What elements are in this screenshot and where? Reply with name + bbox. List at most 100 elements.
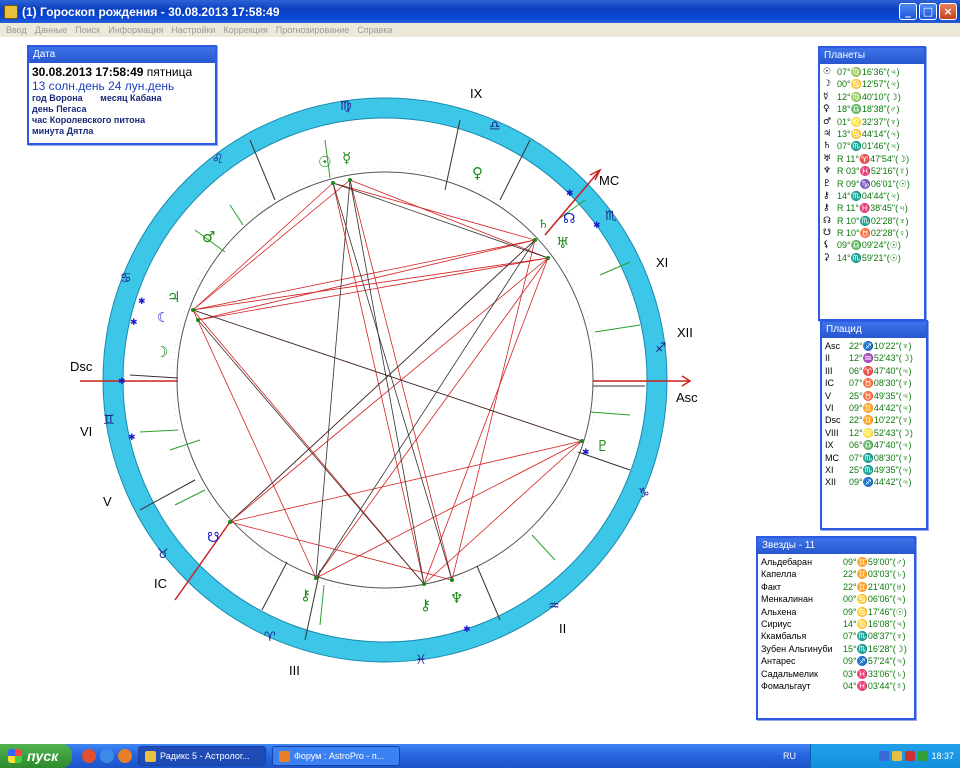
asc-label: Asc [676,390,698,405]
star-row: Менкалинан 00°♋06'06"(♃) [761,593,911,605]
ie-icon[interactable] [100,749,114,763]
house-position: 07°♏08'30"(♆) [849,452,912,463]
planet-position: R 10°♏02'28"(♆) [837,215,909,226]
star-position: 09°♊59'00"(♂) [843,557,906,567]
house-label: Asc [825,341,841,351]
svg-text:✱: ✱ [118,377,126,387]
antivirus-icon[interactable] [905,751,916,761]
house-position: 06°♎47'40"(♃) [849,440,912,451]
month-value: месяц Кабана [100,93,162,103]
planet-row: ♄ 07°♏01'46"(♃) [823,140,921,152]
planet-symbol: ♄ [823,141,832,152]
planet-symbol: ♅ [823,153,832,164]
svg-text:♇: ♇ [596,437,609,455]
planet-position: R 03°♓52'16"(☿) [837,166,909,177]
house-position: 09°♊44'42"(♃) [849,402,912,413]
house-ii-label: II [559,621,566,636]
svg-text:♆: ♆ [450,589,463,607]
house-label: V [825,390,832,401]
star-name: Альхена [761,606,797,617]
start-button[interactable]: пуск [0,744,72,768]
house-xii-label: XII [677,325,693,340]
svg-text:☊: ☊ [563,211,575,227]
house-row: Asc 22°♐10'22"(♆) [825,340,923,352]
houses-circle [176,171,594,589]
dsc-label: Dsc [70,359,93,374]
svg-text:♃: ♃ [167,288,180,306]
star-name: Фомальгаут [761,680,811,691]
svg-text:♏: ♏ [605,209,617,224]
planet-row: ☊ R 10°♏02'28"(♆) [823,215,921,227]
svg-text:♂: ♂ [202,228,215,246]
planet-symbol: ♂ [823,116,832,127]
svg-text:☾: ☾ [157,310,170,326]
star-row: Ккамбалья 07°♏08'37"(♆) [761,630,911,642]
day-value: день Пегаса [32,104,87,114]
house-row: VIII 12°♌52'43"(☽) [825,427,923,439]
battery-icon[interactable] [918,751,929,761]
firefox-icon[interactable] [118,749,132,763]
planet-symbol: ⚷ [823,190,830,201]
year-month-line: год Ворона месяц Кабана [32,93,212,104]
mc-label: MC [599,173,619,188]
weekday-value: пятница [146,65,193,79]
start-label: пуск [27,748,59,764]
house-label: XI [825,464,834,475]
svg-text:♅: ♅ [556,234,569,252]
svg-text:♐: ♐ [655,341,667,356]
taskbar-item-radix[interactable]: Радикс 5 - Астролог... [138,746,266,766]
planets-panel: Планеты ☉ 07°♍16'36"(♃) ☽ 00°♋12'57"(♃) ☿ 12°… [818,46,926,321]
planet-symbol: ♇ [823,178,832,189]
network-icon[interactable] [879,751,890,761]
taskbar-item-forum[interactable]: Форум : AstroPro - п... [272,746,400,766]
planet-position: 09°♎09'24"(☉) [837,240,901,251]
planet-position: 14°♏04'44"(♃) [837,190,900,201]
language-indicator[interactable]: RU [783,751,796,761]
stars-panel-header: Звезды - 11 [758,538,914,554]
sun-moon-days: 13 солн.день 24 лун.день [32,79,175,93]
svg-text:♑: ♑ [638,486,650,501]
star-position: 00°♋06'06"(♃) [843,594,906,605]
house-row: IC 07°♉08'30"(♆) [825,377,923,389]
house-iii-label: III [289,663,300,678]
planet-symbol: ☿ [823,91,829,102]
svg-text:✱: ✱ [566,189,574,199]
svg-text:♉: ♉ [157,547,169,562]
windows-logo-icon [8,749,22,763]
planet-position: 18°♎18'38"(♂) [837,104,900,115]
tray-app-icon[interactable] [892,751,903,761]
house-vi-label: VI [80,424,92,439]
svg-text:♎: ♎ [489,119,501,134]
planet-row: ☽ 00°♋12'57"(♃) [823,78,921,90]
house-label: VIII [825,427,839,438]
house-position: 25°♏49'35"(♃) [849,464,912,475]
house-v-label: V [103,494,112,509]
planet-position: R 11°♓38'45"(♃) [837,203,908,214]
house-label: Dsc [825,415,841,426]
star-row: Антарес 09°♐57'24"(♃) [761,655,911,667]
chrome-icon[interactable] [82,749,96,763]
house-row: XI 25°♏49'35"(♃) [825,464,923,476]
star-position: 22°♊03'03"(♄) [843,569,906,580]
planet-symbol: ⚷ [823,203,830,214]
svg-text:♈: ♈ [264,630,276,645]
planet-position: 07°♏01'46"(♃) [837,141,900,152]
planet-row: ⚷ 14°♏04'44"(♃) [823,190,921,202]
star-row: Сириус 14°♋16'08"(♃) [761,618,911,630]
house-position: 07°♉08'30"(♆) [849,378,912,389]
svg-text:✱: ✱ [582,448,590,458]
svg-text:♀: ♀ [472,164,483,182]
house-position: 22°♐10'22"(♆) [849,341,912,351]
planet-position: R 11°♈47'54"(☽) [837,153,910,164]
svg-text:✱: ✱ [463,625,471,635]
house-position: 12°♒52'43"(☽) [849,353,913,364]
planet-symbol: ⚳ [823,252,830,263]
star-name: Зубен Альгинуби [761,643,833,654]
house-row: III 06°♈47'40"(♃) [825,365,923,377]
star-position: 03°♓33'06"(♄) [843,668,906,679]
house-position: 06°♈47'40"(♃) [849,365,912,376]
planet-row: ⚸ 09°♎09'24"(☉) [823,239,921,251]
planet-position: 01°♌32'37"(♆) [837,116,900,127]
taskbar-item-label: Форум : AstroPro - п... [294,751,385,761]
clock[interactable]: 18:37 [931,751,954,761]
